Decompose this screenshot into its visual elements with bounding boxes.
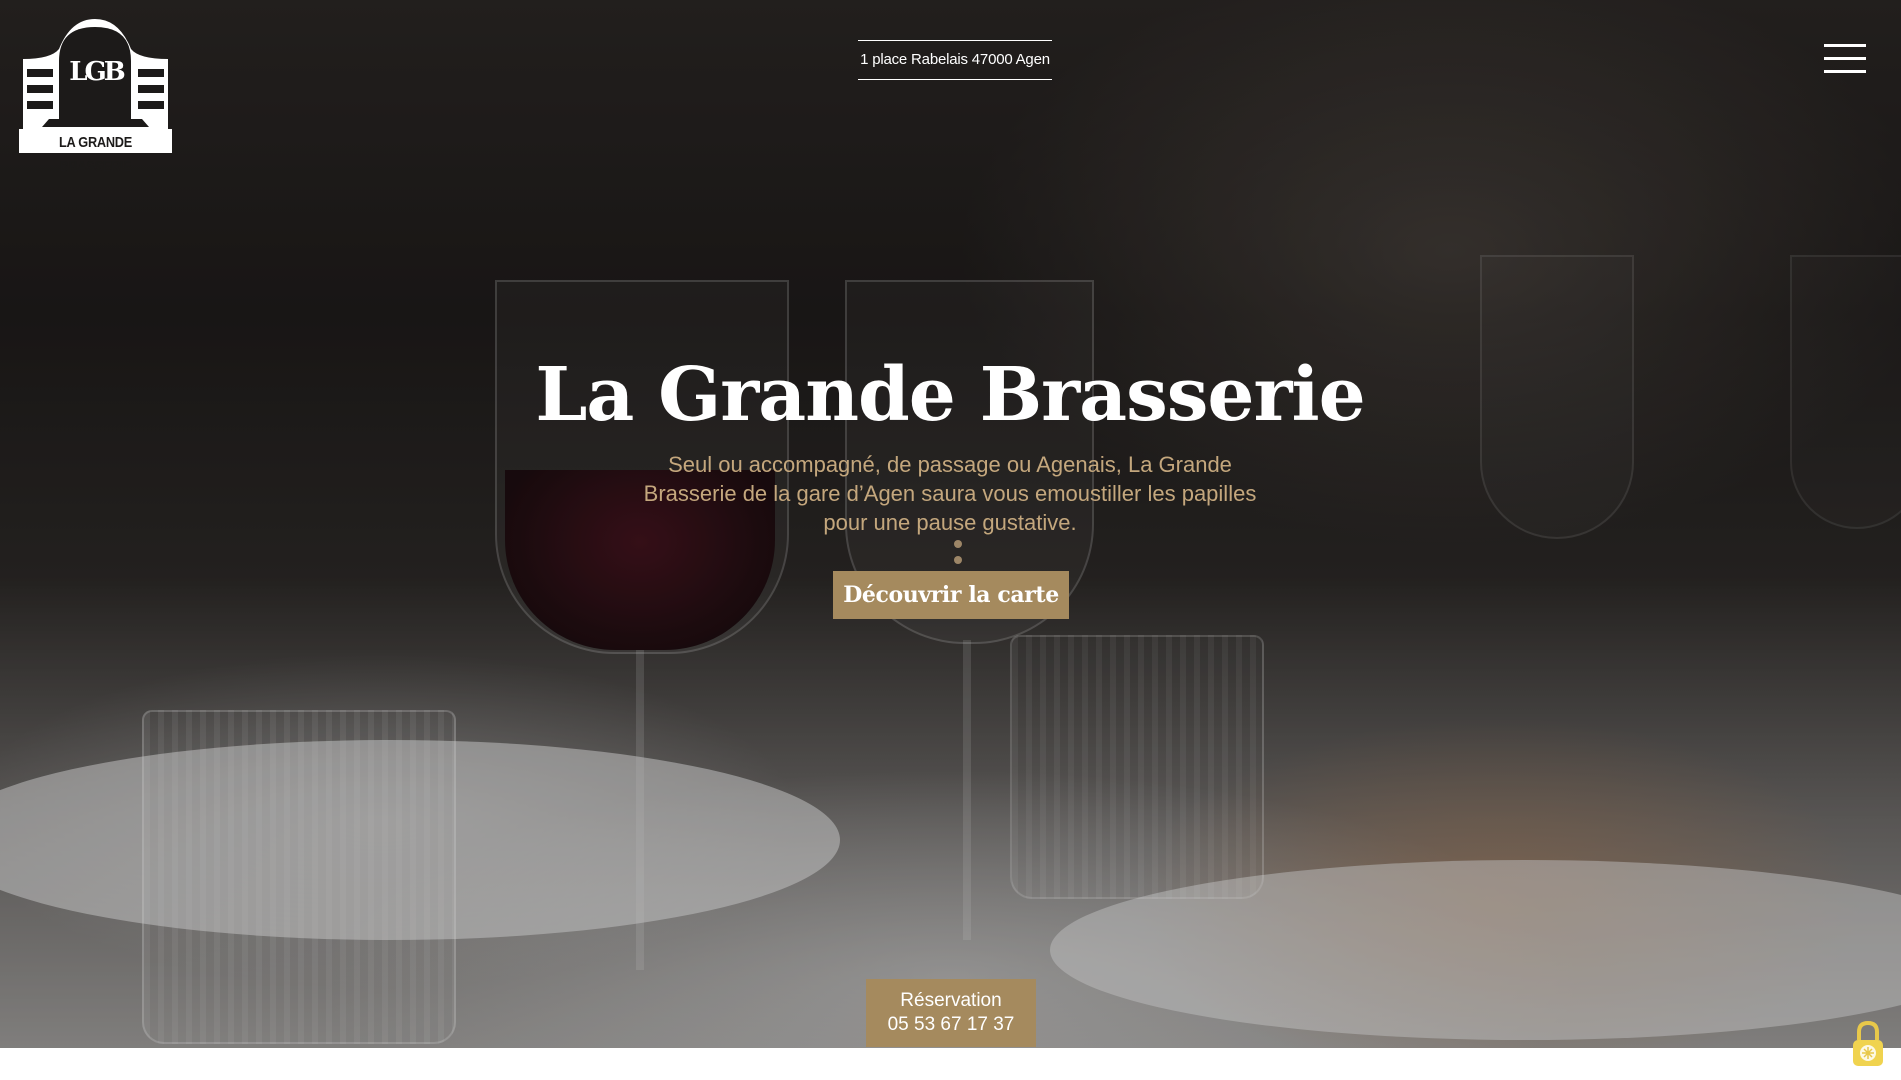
logo-monogram: LGB: [69, 57, 125, 87]
logo-wordmark: LA GRANDE BRASSERIE: [19, 129, 172, 175]
hamburger-menu-icon[interactable]: [1824, 44, 1866, 76]
menu-bar-top: [1824, 44, 1866, 47]
header-address: 1 place Rabelais 47000 Agen: [858, 40, 1052, 80]
menu-bar-bottom: [1824, 70, 1866, 73]
brand-logo[interactable]: LGB LA GRANDE BRASSERIE: [19, 19, 172, 175]
discover-menu-button[interactable]: Découvrir la carte: [833, 571, 1069, 619]
reservation-phone: 05 53 67 17 37: [887, 1014, 1015, 1035]
reservation-label: Réservation: [900, 990, 1002, 1011]
reservation-button[interactable]: Réservation 05 53 67 17 37: [866, 979, 1036, 1047]
scroll-dots-icon: [954, 540, 962, 570]
hero-title: La Grande Brasserie: [535, 352, 1365, 438]
lock-icon[interactable]: [1850, 1020, 1886, 1068]
menu-bar-middle: [1824, 57, 1866, 60]
hero-subtitle: Seul ou accompagné, de passage ou Agenai…: [643, 452, 1257, 535]
